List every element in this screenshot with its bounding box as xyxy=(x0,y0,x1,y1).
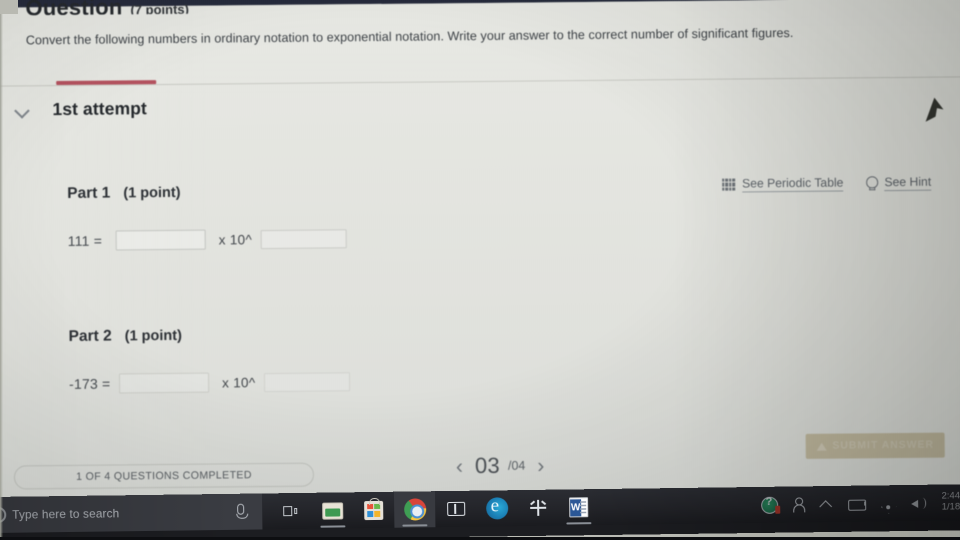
running-indicator xyxy=(320,525,346,528)
attempt-section-header[interactable]: 1st attempt xyxy=(14,98,147,120)
microsoft-store-icon xyxy=(364,500,384,520)
part-1-coefficient-input[interactable] xyxy=(115,229,206,251)
word-icon xyxy=(569,497,589,518)
part-1-points: (1 point) xyxy=(123,184,181,202)
file-explorer-icon xyxy=(322,501,344,520)
part-2-coefficient-input[interactable] xyxy=(118,372,210,394)
pinned-app-icon xyxy=(446,501,465,517)
people-icon[interactable] xyxy=(791,496,805,513)
part-2-header: Part 2 (1 point) xyxy=(69,320,889,346)
part-2-multiplier-label: x 10^ xyxy=(221,374,256,390)
running-indicator xyxy=(566,522,592,525)
part-1-operand: 111 = xyxy=(67,232,103,249)
system-tray: 2:44 1/18 xyxy=(760,484,960,523)
clock-date: 1/18 xyxy=(941,501,960,513)
question-points: (7 points) xyxy=(130,1,189,16)
assignment-page: Question (7 points) Convert the followin… xyxy=(0,0,960,498)
taskbar-app-pinned-1[interactable] xyxy=(435,491,476,528)
mouse-pointer-icon xyxy=(922,95,946,125)
task-view-button[interactable] xyxy=(270,493,310,530)
taskbar-app-microsoft-edge[interactable] xyxy=(476,490,517,527)
taskbar-app-microsoft-store[interactable] xyxy=(353,492,394,529)
taskbar-clock[interactable]: 2:44 1/18 xyxy=(941,490,960,513)
part-2-equation: -173 = x 10^ xyxy=(69,366,889,394)
search-input[interactable]: Type here to search xyxy=(0,493,263,533)
current-page-number: 03 xyxy=(474,452,501,479)
part-2-operand: -173 = xyxy=(68,375,111,392)
submit-arrow-icon xyxy=(816,442,827,451)
volume-icon[interactable] xyxy=(910,494,927,511)
part-1-equation: 111 = x 10^ xyxy=(68,223,888,251)
part-1-multiplier-label: x 10^ xyxy=(218,231,253,248)
taskbar-app-google-chrome[interactable] xyxy=(393,491,436,528)
microphone-icon[interactable] xyxy=(237,503,245,515)
question-prompt: Convert the following numbers in ordinar… xyxy=(25,25,794,48)
task-view-icon xyxy=(282,505,298,517)
progress-pill: 1 OF 4 QUESTIONS COMPLETED xyxy=(13,462,315,490)
part-2-points: (1 point) xyxy=(124,327,182,345)
search-placeholder-label: Type here to search xyxy=(12,506,120,522)
show-hidden-icons-icon[interactable] xyxy=(818,495,835,512)
monitor-screen-content: Question (7 points) Convert the followin… xyxy=(0,0,960,540)
submit-answer-label: SUBMIT ANSWER xyxy=(832,439,935,452)
edge-icon xyxy=(485,497,508,520)
chevron-down-icon[interactable] xyxy=(14,102,30,118)
part-2-name: Part 2 xyxy=(68,327,112,345)
next-question-button[interactable]: › xyxy=(537,454,544,477)
previous-question-button[interactable]: ‹ xyxy=(456,455,463,478)
running-indicator xyxy=(402,524,428,527)
see-hint-label: See Hint xyxy=(884,174,932,192)
pagination: ‹ 03 /04 › xyxy=(456,452,545,479)
attempt-label: 1st attempt xyxy=(52,98,147,120)
taskbar-app-file-explorer[interactable] xyxy=(312,492,353,529)
part-1-name: Part 1 xyxy=(67,184,111,202)
chrome-icon xyxy=(403,498,426,521)
question-header: Question (7 points) xyxy=(25,0,189,15)
part-1-header: Part 1 (1 point) xyxy=(67,177,887,203)
progress-label: 1 OF 4 QUESTIONS COMPLETED xyxy=(76,469,252,483)
taskbar-app-microsoft-word[interactable] xyxy=(558,489,599,526)
part-1-exponent-input[interactable] xyxy=(260,228,348,249)
battery-icon[interactable] xyxy=(848,495,867,512)
part-2-block: Part 2 (1 point) -173 = x 10^ xyxy=(69,320,890,394)
help-icon[interactable] xyxy=(760,496,778,514)
page-title: Question xyxy=(25,0,123,16)
total-page-number: /04 xyxy=(507,458,526,473)
part-2-exponent-input[interactable] xyxy=(264,371,351,392)
part-1-block: Part 1 (1 point) 111 = x 10^ xyxy=(67,177,888,251)
wifi-icon[interactable] xyxy=(880,495,897,512)
monitor-photo: Question (7 points) Convert the followin… xyxy=(0,0,960,540)
pinned-app-2-icon xyxy=(529,499,547,516)
submit-answer-button[interactable]: SUBMIT ANSWER xyxy=(805,432,945,459)
taskbar-app-list xyxy=(312,489,599,529)
start-button-icon[interactable] xyxy=(0,506,7,524)
taskbar-app-pinned-2[interactable] xyxy=(517,490,558,527)
